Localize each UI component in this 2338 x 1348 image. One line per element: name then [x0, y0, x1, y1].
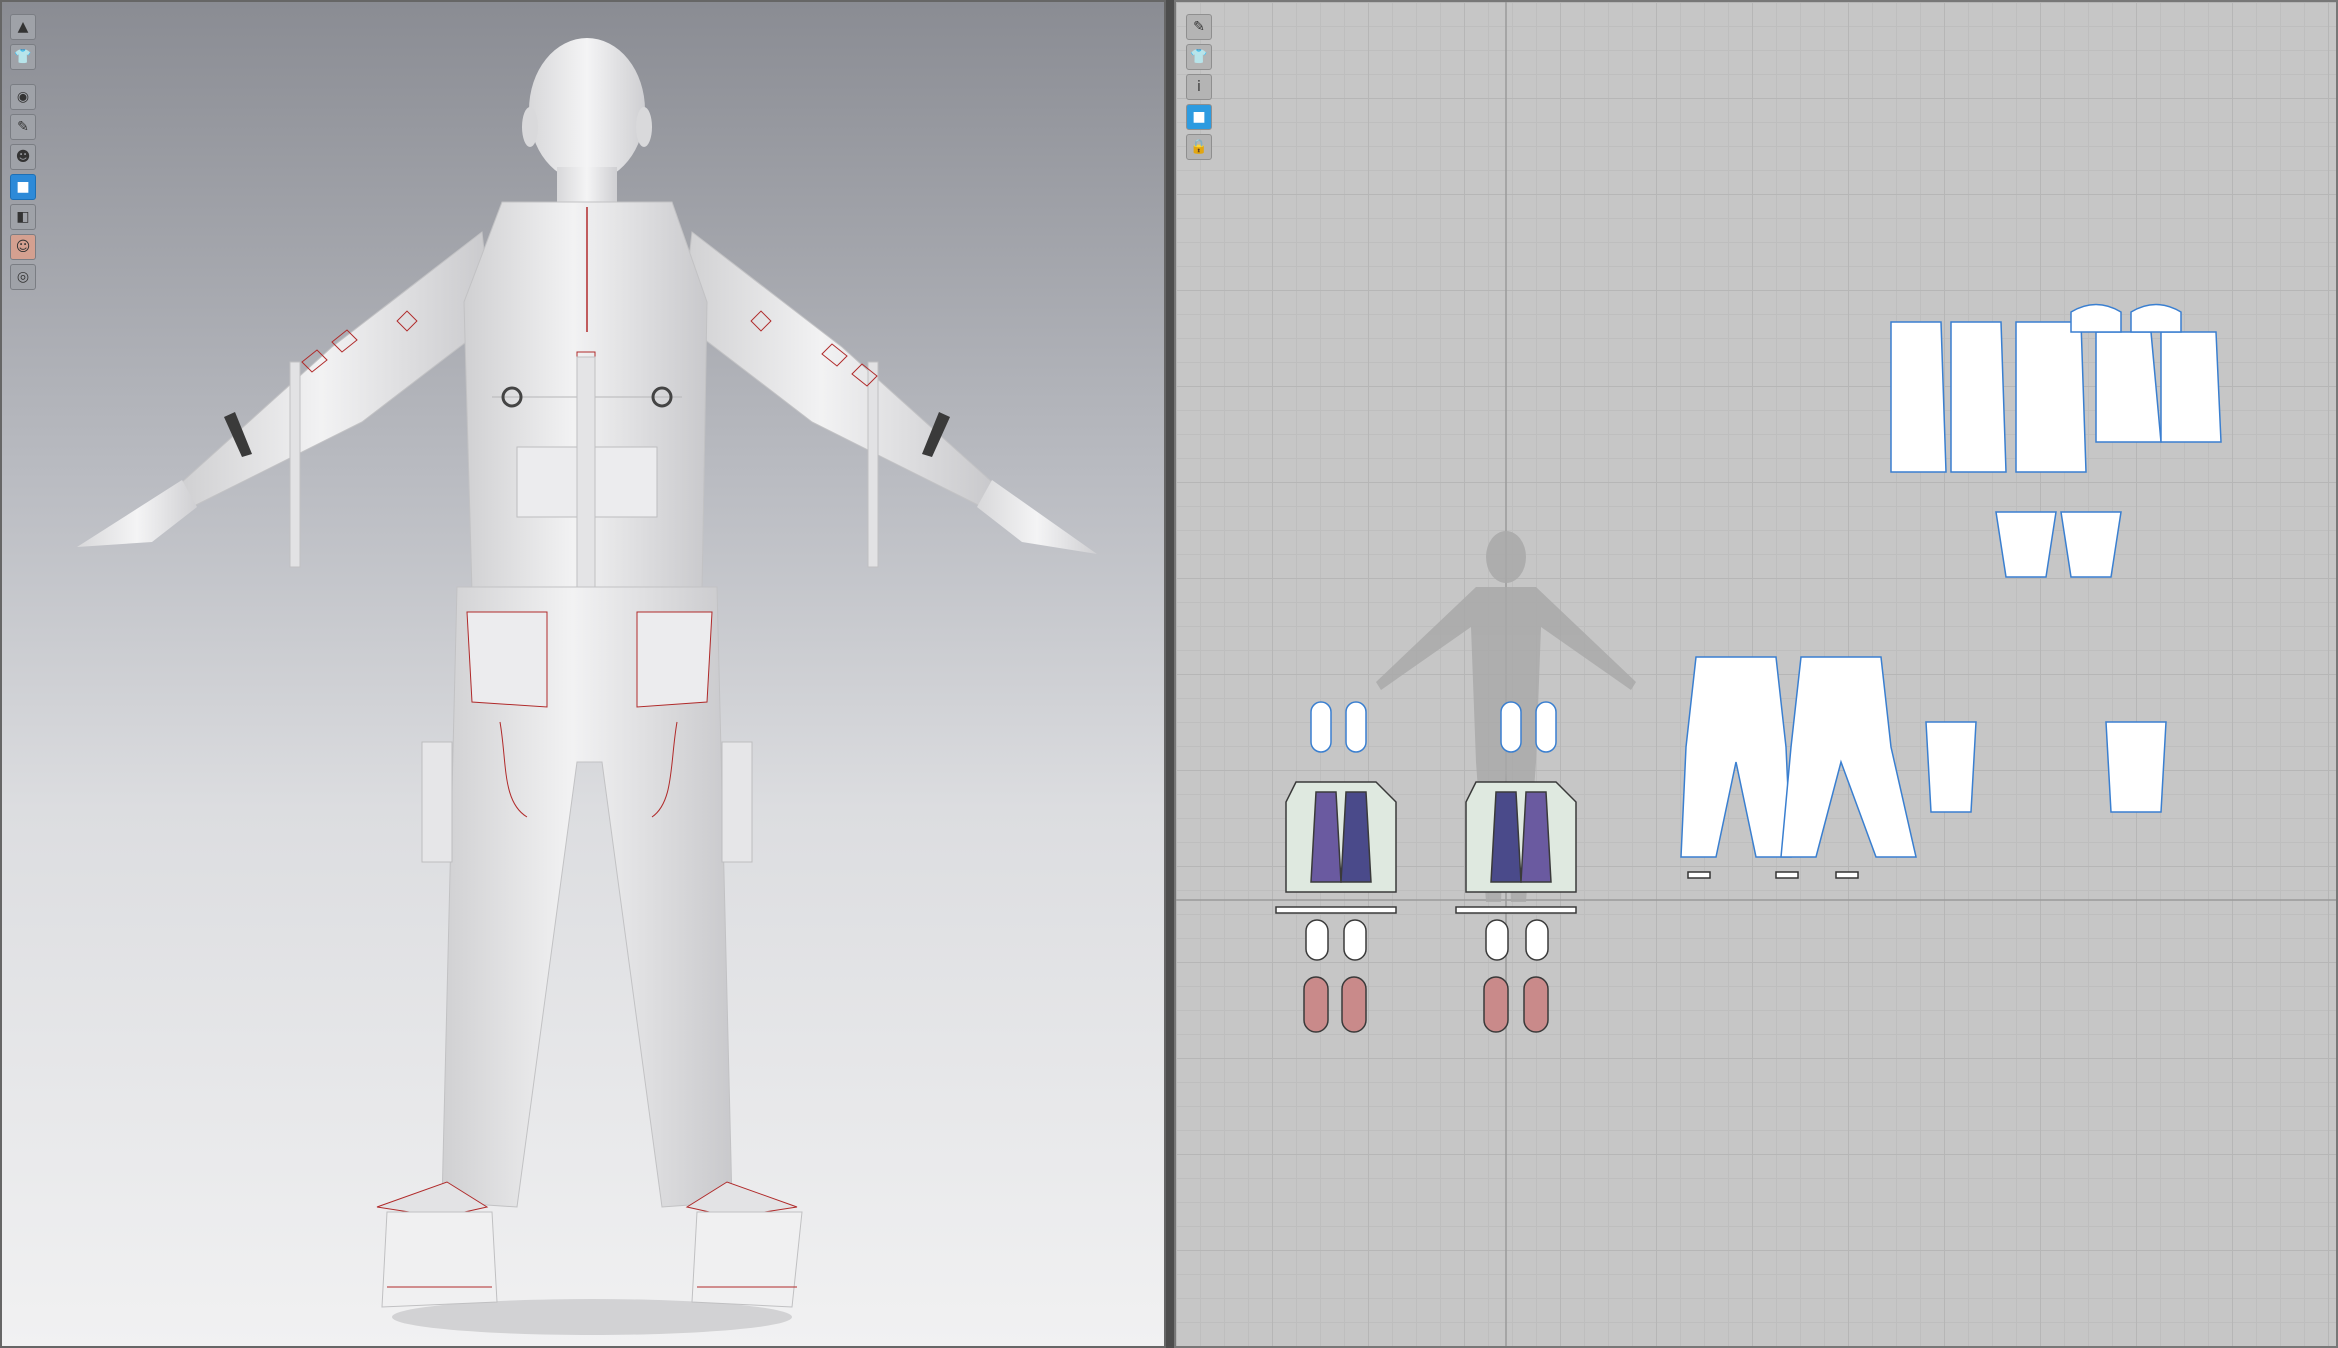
shoe-pattern-right[interactable]: [1455, 701, 1577, 1033]
pants-pattern[interactable]: [1680, 656, 1917, 879]
viewport-3d[interactable]: ▲ 👕 ◉ ✎ ☻ ■ ◧ ☺ ◎: [0, 0, 1166, 1348]
shoe-pattern-left[interactable]: [1275, 701, 1397, 1033]
cargo-pants: [376, 586, 798, 1218]
avatar-3d-scene[interactable]: [2, 2, 1166, 1348]
jacket-pattern[interactable]: [1890, 303, 2222, 813]
viewport-2d[interactable]: ✎ 👕 i ■ 🔒: [1174, 0, 2338, 1348]
avatar-head: [522, 38, 652, 212]
sneakers: [381, 1211, 803, 1308]
viewport-divider[interactable]: [1166, 0, 1174, 1348]
pattern-canvas[interactable]: [1176, 2, 2338, 1348]
